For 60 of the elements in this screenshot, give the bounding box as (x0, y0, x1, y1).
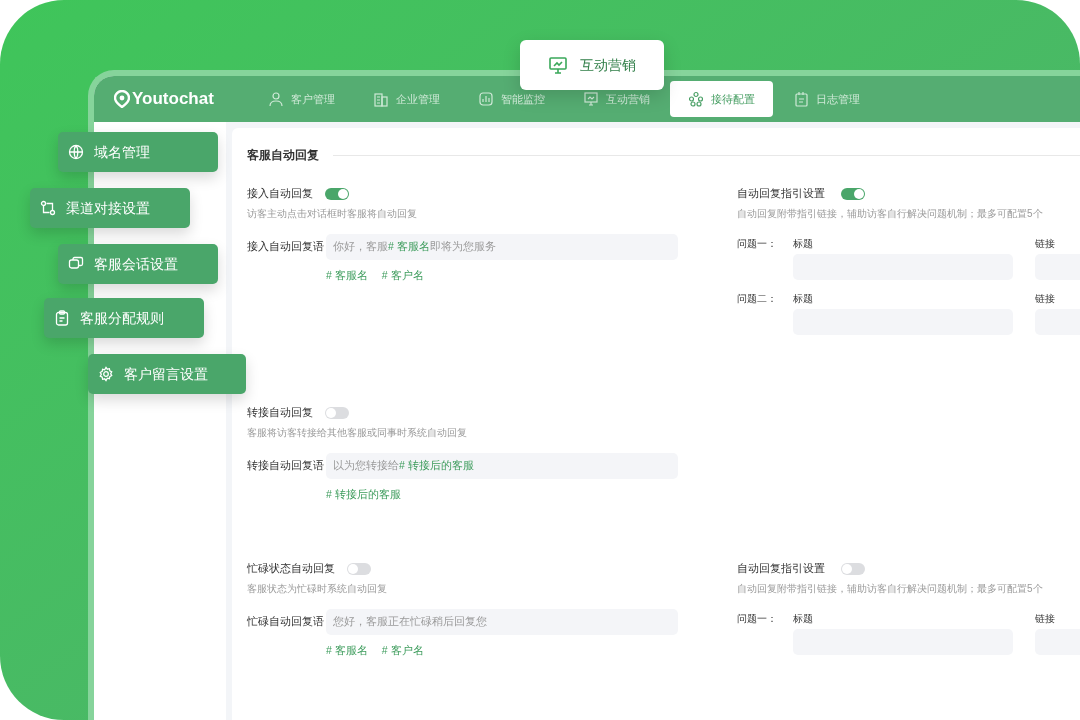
floating-tab-tooltip: 互动营销 (520, 40, 664, 90)
variable-link[interactable]: # 客户名 (381, 268, 424, 284)
building-icon (373, 91, 389, 107)
toggle-switch[interactable] (841, 563, 865, 575)
bar-chart-icon (478, 91, 494, 107)
menu-tag[interactable]: 客服分配规则 (44, 298, 204, 338)
toggle-switch[interactable] (325, 407, 349, 419)
menu-tag[interactable]: 域名管理 (58, 132, 218, 172)
clipboard-icon (54, 310, 70, 326)
menu-tag[interactable]: 客服会话设置 (58, 244, 218, 284)
logo-pin-icon (114, 90, 130, 108)
reply-text-field[interactable]: 以为您转接给# 转接后的客服 (326, 453, 678, 479)
variable-link[interactable]: # 转接后的客服 (326, 487, 401, 503)
globe-icon (68, 144, 84, 160)
nav-tab[interactable]: 客户管理 (250, 81, 353, 117)
presentation-board-icon (583, 91, 599, 107)
setting-label: 自动回复指引设置 (737, 561, 825, 577)
nav-tab[interactable]: 企业管理 (355, 81, 458, 117)
setting-description: 客服状态为忙碌时系统自动回复 (247, 582, 388, 596)
notebook-icon (793, 91, 809, 107)
chat-bubbles-icon (68, 256, 84, 272)
setting-description: 自动回复附带指引链接，辅助访客自行解决问题机制；最多可配置5个 (737, 207, 1044, 221)
logo-text: Youtochat (132, 88, 214, 111)
setting-label: 自动回复指引设置 (737, 186, 825, 202)
question-label: 问题一： (737, 237, 778, 251)
field-label: 标题 (793, 237, 814, 251)
setting-label: 转接自动回复 (247, 405, 313, 421)
menu-tag[interactable]: 渠道对接设置 (30, 188, 190, 228)
menu-tag[interactable]: 客户留言设置 (88, 354, 246, 394)
question-label: 问题一： (737, 612, 778, 626)
field-label: 转接自动回复语 (247, 458, 325, 474)
nav-tab[interactable]: 日志管理 (775, 81, 878, 117)
setting-label: 忙碌状态自动回复 (247, 561, 335, 577)
variable-link[interactable]: # 客户名 (381, 643, 424, 659)
setting-description: 访客主动点击对话框时客服将自动回复 (247, 207, 418, 221)
setting-description: 客服将访客转接给其他客服或同事时系统自动回复 (247, 426, 468, 440)
presentation-board-icon (548, 55, 568, 75)
question-label: 问题二： (737, 292, 778, 306)
field-label: 标题 (793, 612, 814, 626)
field-label: 链接 (1035, 237, 1056, 251)
field-label: 链接 (1035, 292, 1056, 306)
setting-description: 自动回复附带指引链接，辅助访客自行解决问题机制；最多可配置5个 (737, 582, 1044, 596)
field-label: 标题 (793, 292, 814, 306)
reply-text-field[interactable]: 你好，客服# 客服名即将为您服务 (326, 234, 678, 260)
nav-tab[interactable]: 接待配置 (670, 81, 773, 117)
person-icon (268, 91, 284, 107)
field-label: 链接 (1035, 612, 1056, 626)
field-label: 忙碌自动回复语 (247, 614, 325, 630)
connected-nodes-icon (688, 91, 704, 107)
toggle-switch[interactable] (347, 563, 371, 575)
toggle-switch[interactable] (325, 188, 349, 200)
variable-link[interactable]: # 客服名 (326, 643, 368, 659)
variable-link[interactable]: # 客服名 (326, 268, 368, 284)
section-title: 客服自动回复 (247, 147, 319, 164)
reply-text-field[interactable]: 您好，客服正在忙碌稍后回复您 (326, 609, 678, 635)
setting-label: 接入自动回复 (247, 186, 313, 202)
settings-icon (98, 366, 114, 382)
toggle-switch[interactable] (841, 188, 865, 200)
field-label: 接入自动回复语 (247, 239, 325, 255)
route-icon (40, 200, 56, 216)
